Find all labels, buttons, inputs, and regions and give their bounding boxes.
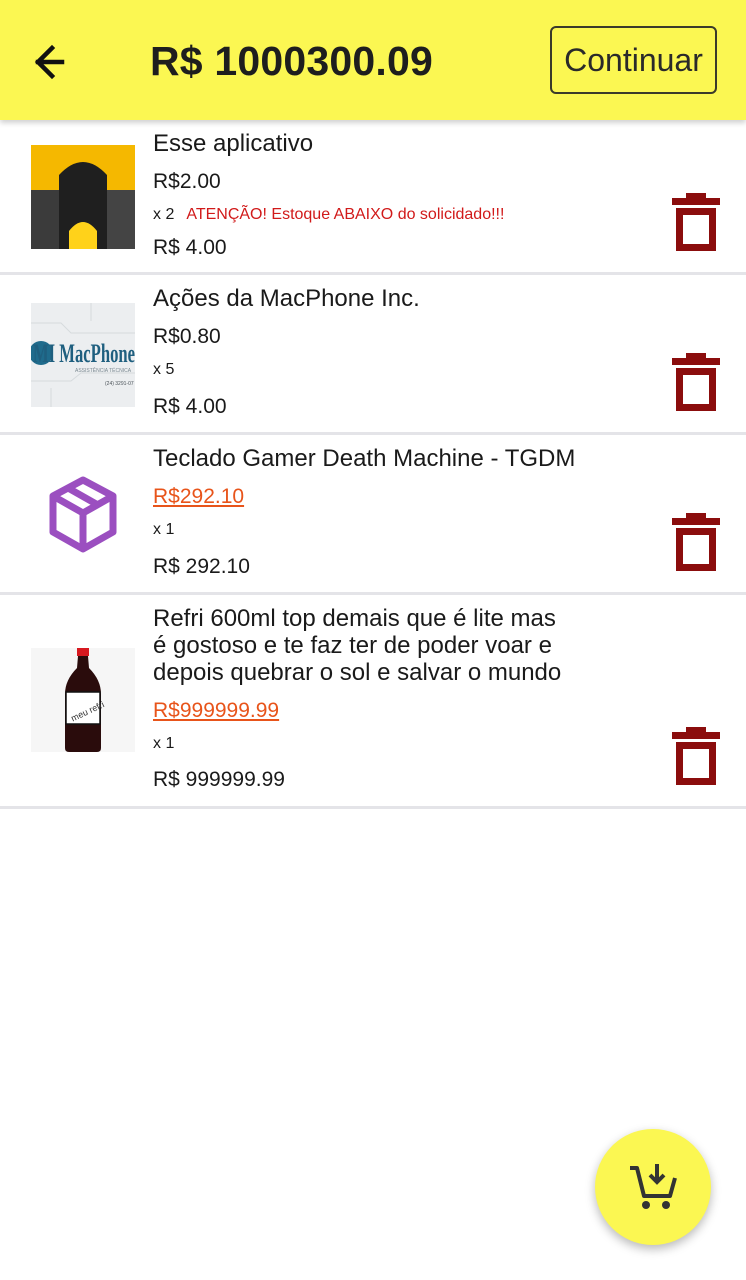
delete-button[interactable] [672,193,720,251]
product-image [31,463,135,567]
arrow-left-icon [34,44,65,80]
item-subtotal: R$ 4.00 [153,395,227,418]
product-image: MI MacPhone ASSISTÊNCIA TÉCNICA (24) 329… [31,303,135,407]
product-name-line-2: é gostoso e te faz ter de poder voar e [153,632,552,659]
product-name: Teclado Gamer Death Machine - TGDM [153,445,576,472]
product-image: meu refri [31,648,135,752]
logo-mark: MI MacPhone [33,339,135,368]
unit-price: R$999999.99 [153,699,280,722]
back-button[interactable] [26,36,82,88]
trash-icon [672,193,720,251]
cart-add-icon [630,1164,677,1209]
item-subtotal: R$ 999999.99 [153,768,285,791]
product-name: Esse aplicativo [153,130,314,157]
package-icon [49,476,117,553]
cart-list: Esse aplicativo R$2.00 x 2 ATENÇÃO! Estoq… [0,120,746,809]
continue-button[interactable]: Continuar [550,26,717,94]
product-name: Ações da MacPhone Inc. [153,285,420,312]
delete-button[interactable] [672,353,720,411]
cart-item[interactable]: Esse aplicativo R$2.00 x 2 ATENÇÃO! Estoq… [0,120,746,275]
quantity: x 5 [153,361,175,378]
item-subtotal: R$ 4.00 [153,236,227,259]
quantity: x 1 [153,735,175,752]
unit-price: R$0.80 [153,325,221,348]
stock-warning: ATENÇÃO! Estoque ABAIXO do solicidado!!! [186,206,505,223]
delete-button[interactable] [672,513,720,571]
product-image [31,145,135,249]
trash-icon [672,727,720,785]
quantity: x 1 [153,521,175,538]
cart-item[interactable]: meu refri Refri 600ml top demais que é l… [0,595,746,809]
cart-item[interactable]: Teclado Gamer Death Machine - TGDM R$292… [0,435,746,595]
quantity-line: x 2 ATENÇÃO! Estoque ABAIXO do solicidado… [153,206,504,224]
cart-item[interactable]: MI MacPhone ASSISTÊNCIA TÉCNICA (24) 329… [0,275,746,435]
unit-price: R$292.10 [153,485,245,508]
trash-icon [672,513,720,571]
delete-button[interactable] [672,727,720,785]
logo-phone: (24) 3291-07 [105,381,134,387]
item-subtotal: R$ 292.10 [153,555,250,578]
trash-icon [672,353,720,411]
product-name-line-3: depois quebrar o sol e salvar o mundo [153,659,562,686]
add-to-cart-fab[interactable] [595,1129,711,1245]
product-name-line-1: Refri 600ml top demais que é lite mas [153,605,556,632]
app-bar: R$ 1000300.09 Continuar [0,0,746,120]
logo-caption: ASSISTÊNCIA TÉCNICA [75,366,132,374]
quantity: x 2 [153,206,175,223]
cart-total: R$ 1000300.09 [150,38,434,84]
unit-price: R$2.00 [153,170,221,193]
